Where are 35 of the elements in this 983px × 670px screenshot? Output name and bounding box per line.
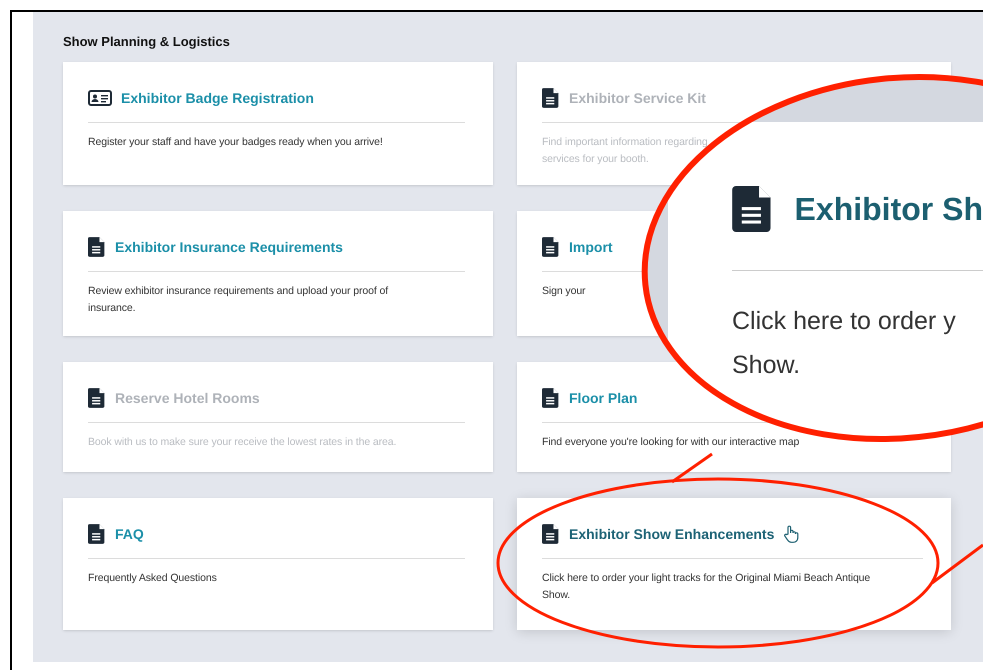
card-title: Exhibitor Show Enhancements (569, 524, 774, 544)
link-card[interactable]: Exhibitor Insurance Requirements Review exhibitor insurance requirements and upload your proof of insurance. (63, 211, 493, 336)
document-icon (542, 237, 560, 257)
card-description: Click here to order your light tracks for the Original Miami Beach Antique Show. (542, 571, 872, 603)
card-title: Exhibitor Service Kit (569, 88, 706, 108)
card-title: FAQ (115, 524, 144, 544)
hand-pointer-icon (783, 525, 800, 543)
link-card[interactable]: Exhibitor Show Enhancements Click here to order your light tracks for the Original Miami Beach Antique Show. (517, 498, 951, 630)
card-title: Reserve Hotel Rooms (115, 388, 260, 408)
document-icon (88, 524, 106, 544)
card-title: Floor Plan (569, 388, 638, 408)
card-description: Register your staff and have your badges ready when you arrive! (88, 135, 384, 150)
card-title: Exhibitor Insurance Requirements (115, 238, 343, 257)
link-card[interactable]: FAQ Frequently Asked Questions (63, 498, 493, 630)
card-description: Review exhibitor insurance requirements and upload your proof of insurance. (88, 284, 390, 316)
link-card[interactable]: Exhibitor Badge Registration Register your staff and have your badges ready when you arrive! (63, 62, 493, 185)
card-title: Import (569, 238, 613, 257)
section-heading: Show Planning & Logistics (63, 33, 231, 51)
magnified-title: Exhibitor Sh (794, 190, 983, 229)
document-icon (542, 388, 560, 408)
card-title: Exhibitor Badge Registration (121, 88, 314, 108)
document-icon (542, 524, 560, 544)
card-description: Book with us to make sure your receive the lowest rates in the area. (88, 435, 398, 450)
card-description: Frequently Asked Questions (88, 571, 218, 586)
card-description: Find everyone you're looking for with our interactive map (542, 435, 800, 450)
document-icon (88, 237, 106, 257)
document-icon (542, 88, 560, 108)
card-description: Find important information regarding (542, 135, 709, 150)
card-description: services for your booth. (542, 152, 650, 167)
id-card-icon (88, 90, 112, 106)
leader-line (671, 452, 713, 484)
magnified-description: Click here to order y (732, 306, 957, 337)
leader-line (931, 544, 983, 584)
card-description: Sign your (542, 284, 586, 299)
document-icon (88, 388, 106, 408)
